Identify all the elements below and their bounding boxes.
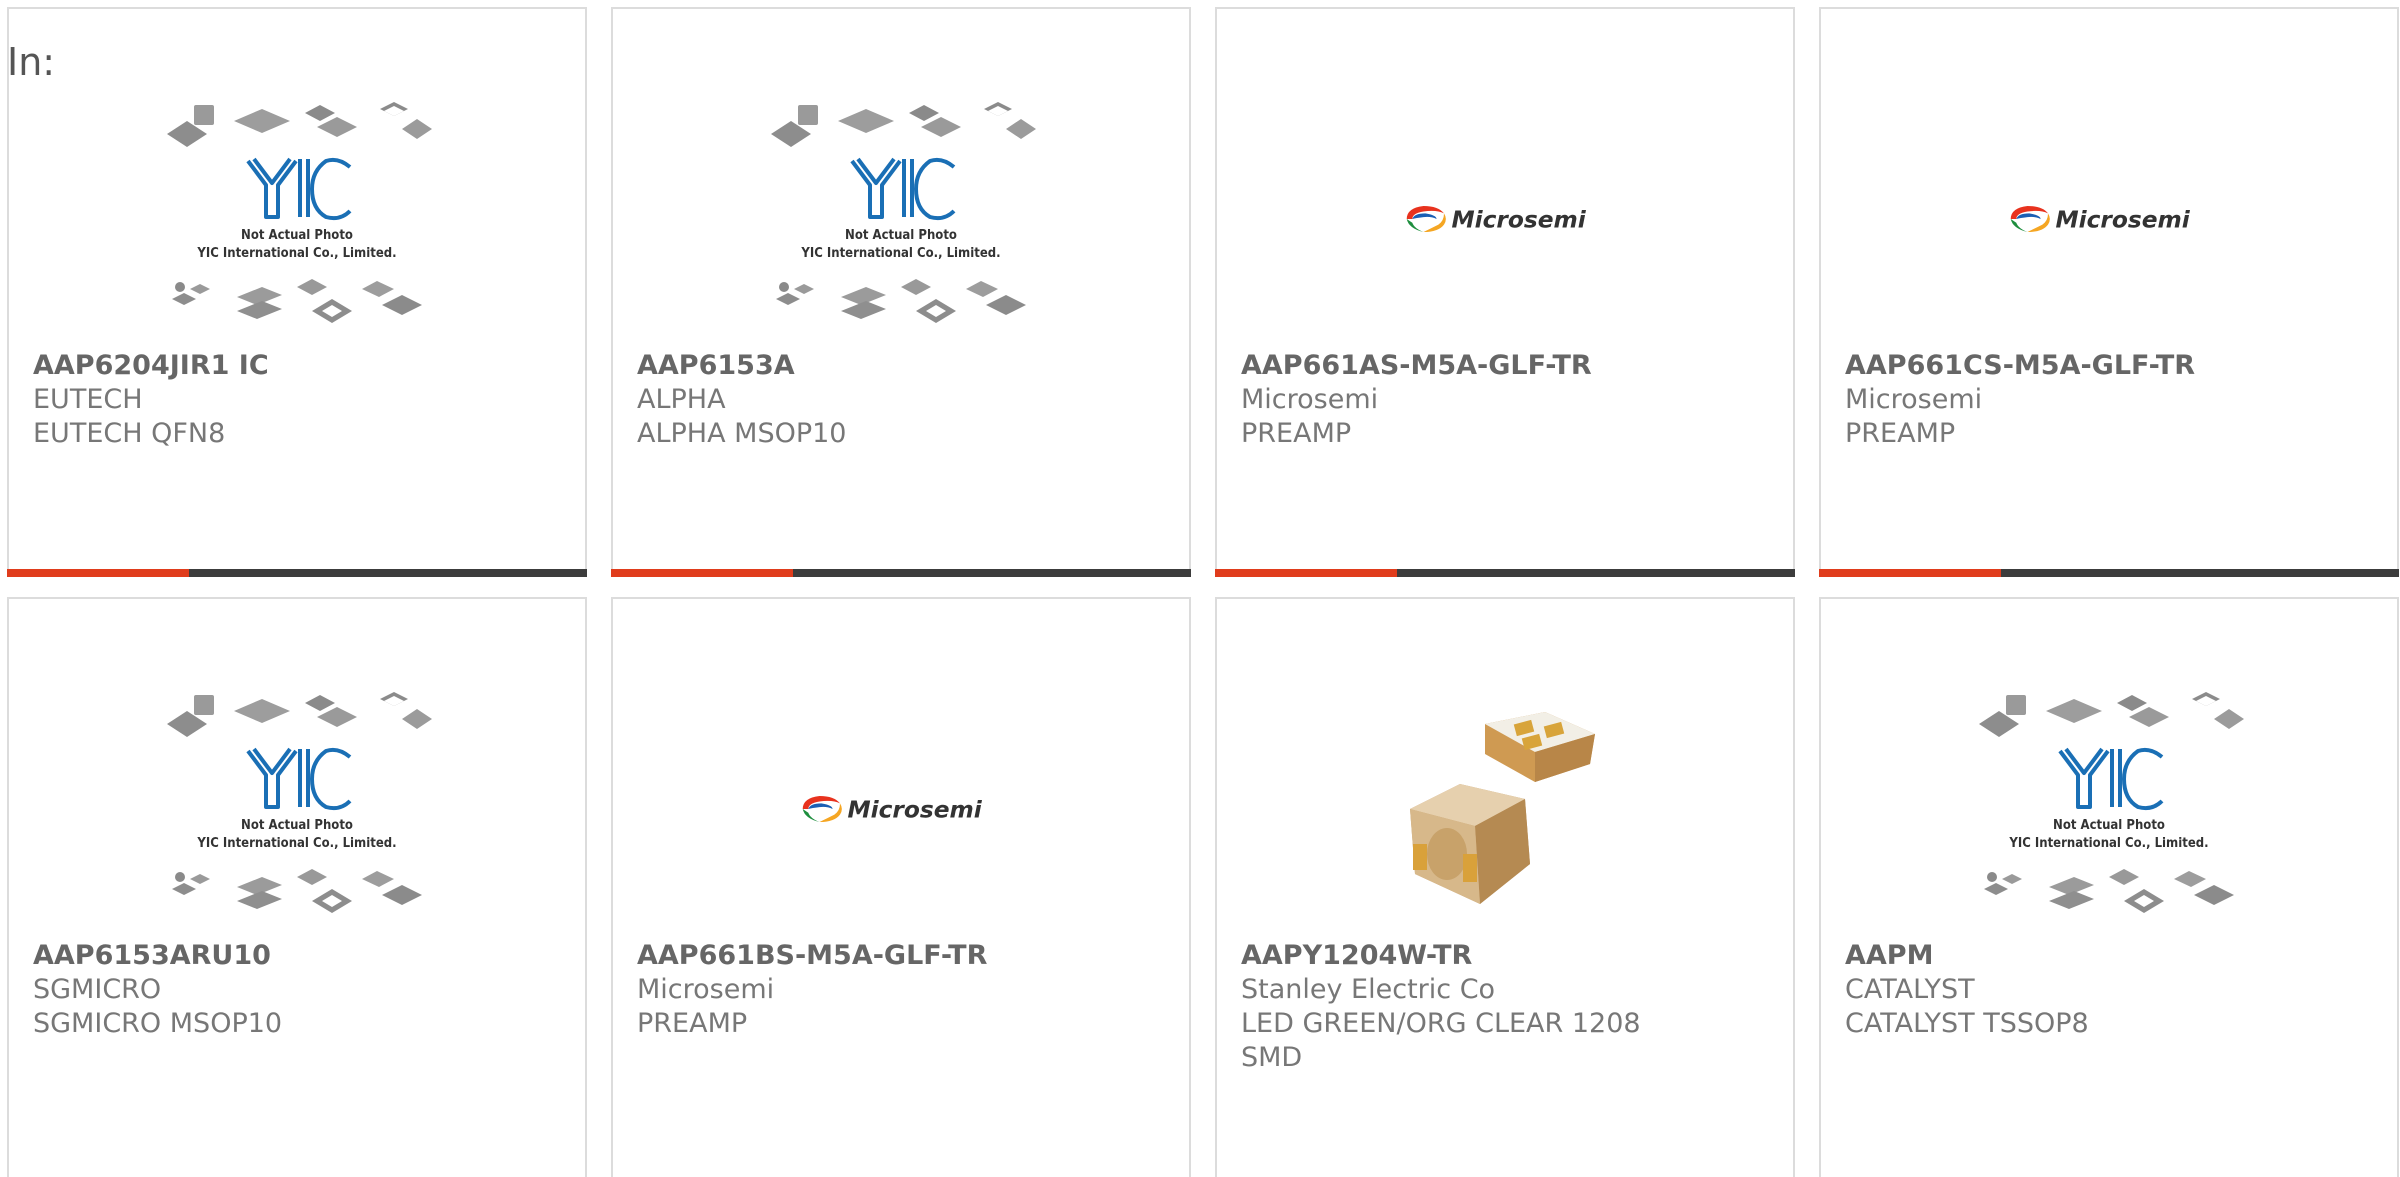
card-bottom-bar bbox=[1215, 569, 1795, 577]
part-number-link[interactable]: AAP661CS-M5A-GLF-TR bbox=[1845, 349, 2377, 383]
microsemi-logo-icon bbox=[1403, 200, 1608, 238]
card-bottom-bar bbox=[611, 569, 1191, 577]
manufacturer: SGMICRO bbox=[33, 974, 162, 1005]
part-number-link[interactable]: AAP6204JIR1 IC bbox=[33, 349, 565, 383]
product-card[interactable]: AAP661BS-M5A-GLF-TR Microsemi PREAMP bbox=[611, 597, 1191, 1177]
card-bottom-bar bbox=[1819, 569, 2399, 577]
product-card[interactable]: AAPM CATALYST CATALYST TSSOP8 bbox=[1819, 597, 2399, 1177]
product-image-placeholder[interactable] bbox=[9, 89, 585, 349]
chip-placeholder-icon bbox=[1974, 689, 2244, 929]
chip-placeholder-icon bbox=[766, 99, 1036, 339]
microsemi-logo-icon bbox=[799, 790, 1004, 828]
microsemi-logo-icon bbox=[2007, 200, 2212, 238]
led-photo-icon bbox=[1405, 704, 1605, 914]
part-number-link[interactable]: AAP661AS-M5A-GLF-TR bbox=[1241, 349, 1773, 383]
manufacturer: ALPHA bbox=[637, 384, 726, 415]
product-card[interactable]: AAP6153A ALPHA ALPHA MSOP10 bbox=[611, 7, 1191, 577]
description: PREAMP bbox=[1845, 418, 1956, 449]
description: EUTECH QFN8 bbox=[33, 418, 226, 449]
description: LED GREEN/ORG CLEAR 1208 bbox=[1241, 1008, 1641, 1039]
part-number-link[interactable]: AAPM bbox=[1845, 939, 2377, 973]
part-number-link[interactable]: AAP6153ARU10 bbox=[33, 939, 565, 973]
part-number-link[interactable]: AAP661BS-M5A-GLF-TR bbox=[637, 939, 1169, 973]
card-bottom-bar bbox=[7, 569, 587, 577]
product-card[interactable]: AAP6153ARU10 SGMICRO SGMICRO MSOP10 bbox=[7, 597, 587, 1177]
product-card[interactable]: AAPY1204W-TR Stanley Electric Co LED GRE… bbox=[1215, 597, 1795, 1177]
description: CATALYST TSSOP8 bbox=[1845, 1008, 2089, 1039]
manufacturer: Microsemi bbox=[1845, 384, 1983, 415]
part-number-link[interactable]: AAPY1204W-TR bbox=[1241, 939, 1773, 973]
chip-placeholder-icon bbox=[162, 689, 432, 929]
product-image-logo[interactable] bbox=[613, 679, 1189, 939]
product-image-photo[interactable] bbox=[1217, 679, 1793, 939]
part-number-link[interactable]: AAP6153A bbox=[637, 349, 1169, 383]
chip-placeholder-icon bbox=[162, 99, 432, 339]
description: PREAMP bbox=[637, 1008, 748, 1039]
in-label: In: bbox=[7, 40, 56, 84]
manufacturer: Stanley Electric Co bbox=[1241, 974, 1496, 1005]
manufacturer: CATALYST bbox=[1845, 974, 1975, 1005]
product-card[interactable]: AAP6204JIR1 IC EUTECH EUTECH QFN8 bbox=[7, 7, 587, 577]
description: SGMICRO MSOP10 bbox=[33, 1008, 283, 1039]
product-image-logo[interactable] bbox=[1217, 89, 1793, 349]
description: PREAMP bbox=[1241, 418, 1352, 449]
manufacturer: Microsemi bbox=[637, 974, 775, 1005]
product-image-logo[interactable] bbox=[1821, 89, 2397, 349]
manufacturer: EUTECH bbox=[33, 384, 143, 415]
product-image-placeholder[interactable] bbox=[1821, 679, 2397, 939]
product-card[interactable]: AAP661CS-M5A-GLF-TR Microsemi PREAMP bbox=[1819, 7, 2399, 577]
product-card[interactable]: AAP661AS-M5A-GLF-TR Microsemi PREAMP bbox=[1215, 7, 1795, 577]
product-image-placeholder[interactable] bbox=[9, 679, 585, 939]
product-image-placeholder[interactable] bbox=[613, 89, 1189, 349]
description-continued: SMD bbox=[1241, 1042, 1303, 1073]
description: ALPHA MSOP10 bbox=[637, 418, 847, 449]
manufacturer: Microsemi bbox=[1241, 384, 1379, 415]
